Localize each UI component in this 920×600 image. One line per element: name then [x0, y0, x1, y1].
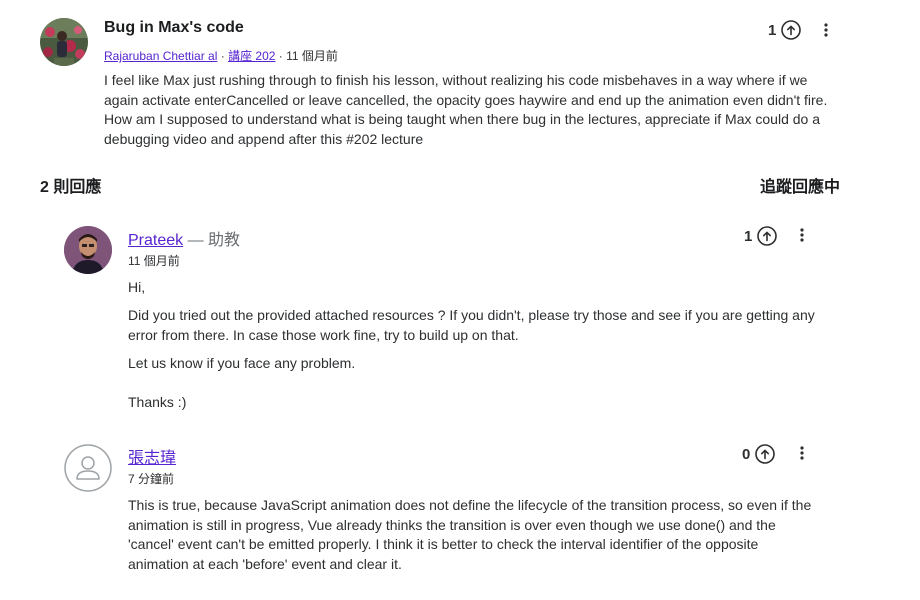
question-lecture-link[interactable]: 講座 202 — [228, 49, 275, 63]
replies-header: 2 則回應 追蹤回應中 — [40, 173, 840, 197]
reply-time: 7 分鐘前 — [128, 472, 175, 486]
user-icon[interactable] — [64, 444, 112, 492]
arrow-up-circle-icon[interactable] — [781, 20, 802, 40]
more-vertical-icon[interactable] — [818, 22, 834, 38]
reply-body: This is true, because JavaScript animati… — [128, 496, 816, 583]
vote-count: 1 — [768, 21, 777, 39]
question-meta: Rajaruban Chettiar al · 講座 202 · 11 個月前 — [104, 47, 338, 64]
arrow-up-circle-icon[interactable] — [755, 444, 776, 464]
meta-separator: · — [275, 49, 287, 63]
reply-author-avatar[interactable] — [64, 226, 112, 274]
follow-replies-button[interactable]: 追蹤回應中 — [760, 173, 840, 197]
more-vertical-icon[interactable] — [794, 227, 810, 243]
reply-author-link[interactable]: 張志瑋 — [128, 450, 176, 467]
reply-body: Hi, Did you tried out the provided attac… — [128, 278, 816, 421]
reply-time: 11 個月前 — [128, 254, 180, 268]
replies-count: 2 則回應 — [40, 179, 102, 196]
question-vote: 1 — [768, 20, 802, 40]
reply-author: 張志瑋 — [128, 444, 176, 468]
reply-author-link[interactable]: Prateek — [128, 232, 183, 249]
reply-paragraph: Thanks :) — [128, 394, 187, 410]
reply-paragraph: This is true, because JavaScript animati… — [128, 497, 812, 572]
question-body: I feel like Max just rushing through to … — [104, 72, 828, 147]
question-time: 11 個月前 — [286, 49, 338, 63]
vote-count: 0 — [742, 445, 751, 463]
more-vertical-icon[interactable] — [794, 445, 810, 461]
reply-vote: 1 — [744, 226, 778, 246]
vote-count: 1 — [744, 227, 753, 245]
reply-paragraph: Did you tried out the provided attached … — [128, 307, 815, 343]
arrow-up-circle-icon[interactable] — [757, 226, 778, 246]
reply-paragraph: Hi, — [128, 279, 146, 295]
reply-item: Prateek — 助教 11 個月前 Hi, Did you tried ou… — [64, 226, 816, 416]
question-author-avatar[interactable] — [40, 18, 88, 66]
reply-vote: 0 — [742, 444, 776, 464]
reply-paragraph: Let us know if you face any problem. — [128, 354, 356, 371]
reply-author: Prateek — 助教 — [128, 226, 240, 250]
meta-separator: · — [217, 49, 229, 63]
reply-item: 張志瑋 7 分鐘前 This is true, because JavaScri… — [64, 444, 816, 584]
question-title: Bug in Max's code — [104, 19, 244, 36]
question-author-link[interactable]: Rajaruban Chettiar al — [104, 49, 217, 63]
reply-author-role: — 助教 — [183, 232, 241, 249]
